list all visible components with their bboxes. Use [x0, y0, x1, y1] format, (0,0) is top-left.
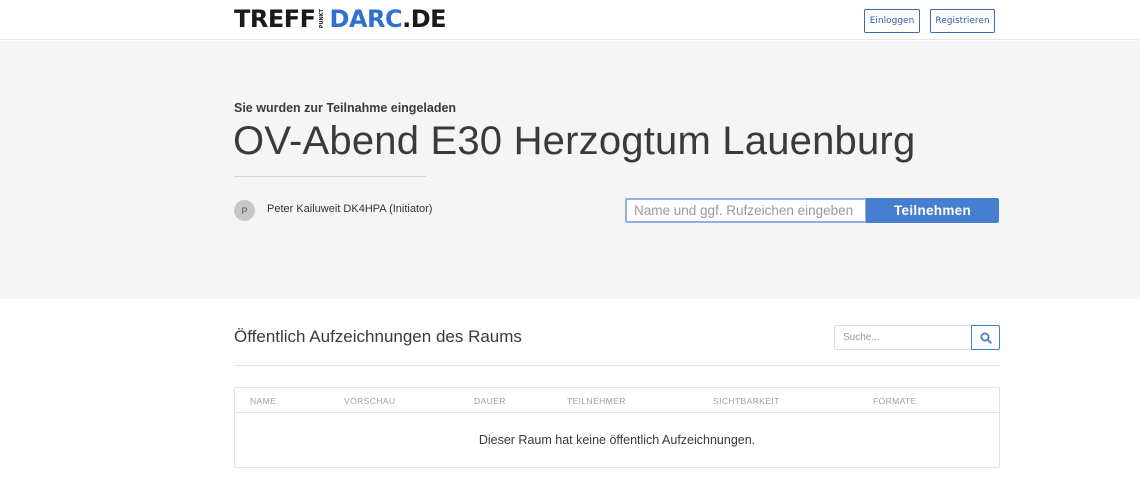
recordings-search	[834, 325, 1000, 350]
column-header-visibility[interactable]: Sichtbarkeit	[713, 396, 780, 406]
empty-recordings-message: Dieser Raum hat keine öffentlich Aufzeic…	[478, 433, 756, 447]
join-button[interactable]: Teilnehmen	[866, 198, 999, 223]
column-header-duration[interactable]: Dauer	[474, 396, 506, 406]
table-header-row: Name Vorschau Dauer Teilnehmer Sichtbark…	[235, 388, 999, 413]
invitation-section: Sie wurden zur Teilnahme eingeladen OV-A…	[0, 41, 1140, 299]
join-name-input[interactable]	[625, 198, 867, 223]
top-navbar: TREFF PUNKT DARC .DE Einloggen Registrie…	[0, 0, 1140, 40]
initiator-name: Peter Kailuweit DK4HPA (Initiator)	[267, 203, 433, 215]
search-input[interactable]	[834, 325, 972, 350]
site-logo[interactable]: TREFF PUNKT DARC .DE	[234, 5, 447, 33]
register-button[interactable]: Registrieren	[930, 9, 995, 33]
room-title: OV-Abend E30 Herzogtum Lauenburg	[233, 119, 916, 163]
search-button[interactable]	[971, 325, 1000, 350]
logo-punkt-separator: PUNKT	[318, 9, 325, 29]
recordings-table: Name Vorschau Dauer Teilnehmer Sichtbark…	[234, 387, 1000, 468]
column-header-name[interactable]: Name	[250, 396, 276, 406]
logo-text-de: .DE	[402, 5, 447, 33]
logo-text-treff: TREFF	[234, 5, 316, 33]
invited-label: Sie wurden zur Teilnahme eingeladen	[234, 101, 457, 115]
search-icon	[980, 332, 992, 344]
column-header-preview[interactable]: Vorschau	[344, 396, 395, 406]
login-button[interactable]: Einloggen	[864, 9, 920, 33]
recordings-divider	[234, 365, 1000, 366]
recordings-title: Öffentlich Aufzeichnungen des Raums	[234, 327, 522, 346]
avatar: P	[234, 200, 255, 221]
title-divider	[234, 176, 426, 177]
logo-text-darc: DARC	[329, 5, 403, 33]
column-header-formats[interactable]: Formate	[873, 396, 917, 406]
column-header-participants[interactable]: Teilnehmer	[567, 396, 626, 406]
